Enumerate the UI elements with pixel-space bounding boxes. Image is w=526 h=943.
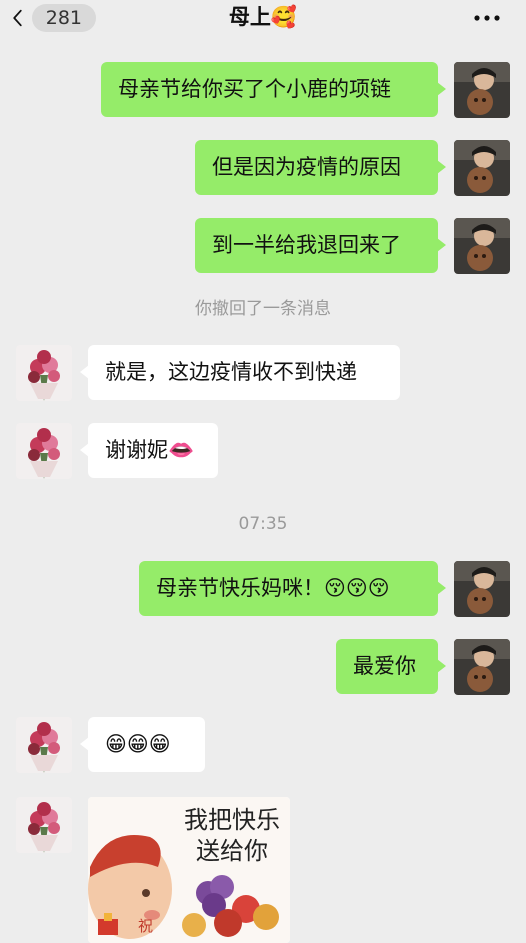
message-bubble-self[interactable]: 母亲节快乐妈咪！😚😚😚 xyxy=(139,561,446,616)
more-button[interactable] xyxy=(472,8,502,28)
message-bubble-self[interactable]: 到一半给我退回来了 xyxy=(195,218,446,273)
message-text: 就是，这边疫情收不到快递 xyxy=(105,360,357,384)
message-bubble-contact[interactable]: 就是，这边疫情收不到快递 xyxy=(80,345,400,400)
message-text: 到一半给我退回来了 xyxy=(212,233,401,257)
message-bubble-contact[interactable]: 谢谢妮👄 xyxy=(80,423,218,478)
timestamp: 07:35 xyxy=(238,514,288,534)
message-text: 谢谢妮👄 xyxy=(105,438,195,462)
avatar-self[interactable] xyxy=(454,62,510,118)
sticker-message[interactable]: 我把快乐 送给你 祝 xyxy=(88,797,290,943)
message-bubble-self[interactable]: 最爱你 xyxy=(336,639,446,694)
sticker-stamp: 祝 xyxy=(138,917,154,935)
message-bubble-self[interactable]: 母亲节给你买了个小鹿的项链 xyxy=(101,62,446,117)
avatar-self[interactable] xyxy=(454,639,510,695)
avatar-contact[interactable] xyxy=(16,423,72,479)
message-text: 😁😁😁 xyxy=(105,732,171,756)
recall-notice: 你撤回了一条消息 xyxy=(195,299,331,319)
message-text: 母亲节给你买了个小鹿的项链 xyxy=(118,77,391,101)
message-text: 最爱你 xyxy=(353,654,416,678)
avatar-self[interactable] xyxy=(454,140,510,196)
message-bubble-contact[interactable]: 😁😁😁 xyxy=(80,717,205,772)
avatar-contact[interactable] xyxy=(16,345,72,401)
more-dots-icon xyxy=(474,15,500,21)
avatar-contact[interactable] xyxy=(16,797,72,853)
chat-header: 281 母上🥰 xyxy=(0,0,526,36)
chat-title: 母上🥰 xyxy=(228,5,298,29)
message-text: 母亲节快乐妈咪！😚😚😚 xyxy=(156,576,390,600)
avatar-self[interactable] xyxy=(454,561,510,617)
avatar-self[interactable] xyxy=(454,218,510,274)
message-bubble-self[interactable]: 但是因为疫情的原因 xyxy=(195,140,446,195)
avatar-contact[interactable] xyxy=(16,717,72,773)
message-text: 但是因为疫情的原因 xyxy=(212,155,401,179)
sticker-caption: 我把快乐 送给你 xyxy=(184,806,280,865)
